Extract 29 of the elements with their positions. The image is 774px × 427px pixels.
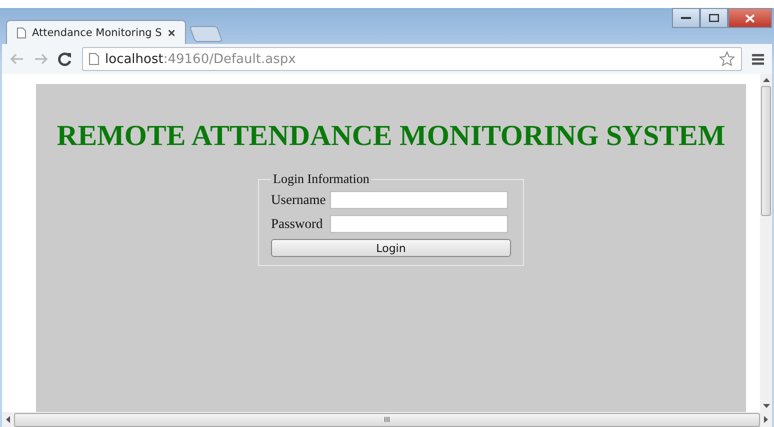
page-heading: REMOTE ATTENDANCE MONITORING SYSTEM <box>56 120 726 153</box>
tab-title: Attendance Monitoring S <box>32 26 162 38</box>
page-icon <box>89 53 99 65</box>
input-field[interactable] <box>330 215 508 233</box>
login-button[interactable]: Login <box>271 239 511 257</box>
close-icon <box>745 14 755 22</box>
browser-tab[interactable]: Attendance Monitoring S <box>6 20 186 44</box>
field-label: Password <box>271 216 324 232</box>
star-icon[interactable] <box>719 51 735 67</box>
menu-icon[interactable] <box>752 54 764 64</box>
vertical-scrollbar[interactable] <box>760 74 772 412</box>
page-icon <box>17 26 26 38</box>
minimize-icon <box>681 16 691 20</box>
right-arrow-icon[interactable] <box>764 416 768 423</box>
address-bar[interactable]: localhost:49160/Default.aspx <box>82 47 742 71</box>
minimize-button[interactable] <box>672 8 700 28</box>
fieldset-legend: Login Information <box>271 171 372 187</box>
maximize-button[interactable] <box>700 8 728 28</box>
down-arrow-icon[interactable] <box>762 404 770 408</box>
url-path: :49160/Default.aspx <box>163 52 296 66</box>
close-button[interactable] <box>728 8 772 28</box>
url-host: localhost <box>105 52 164 66</box>
up-arrow-icon[interactable] <box>762 78 770 82</box>
left-arrow-icon[interactable] <box>6 416 10 423</box>
input-field[interactable] <box>330 191 508 209</box>
close-icon[interactable] <box>168 28 175 36</box>
reload-icon[interactable] <box>58 52 72 66</box>
field-label: Username <box>271 192 326 208</box>
maximize-icon <box>709 14 719 22</box>
